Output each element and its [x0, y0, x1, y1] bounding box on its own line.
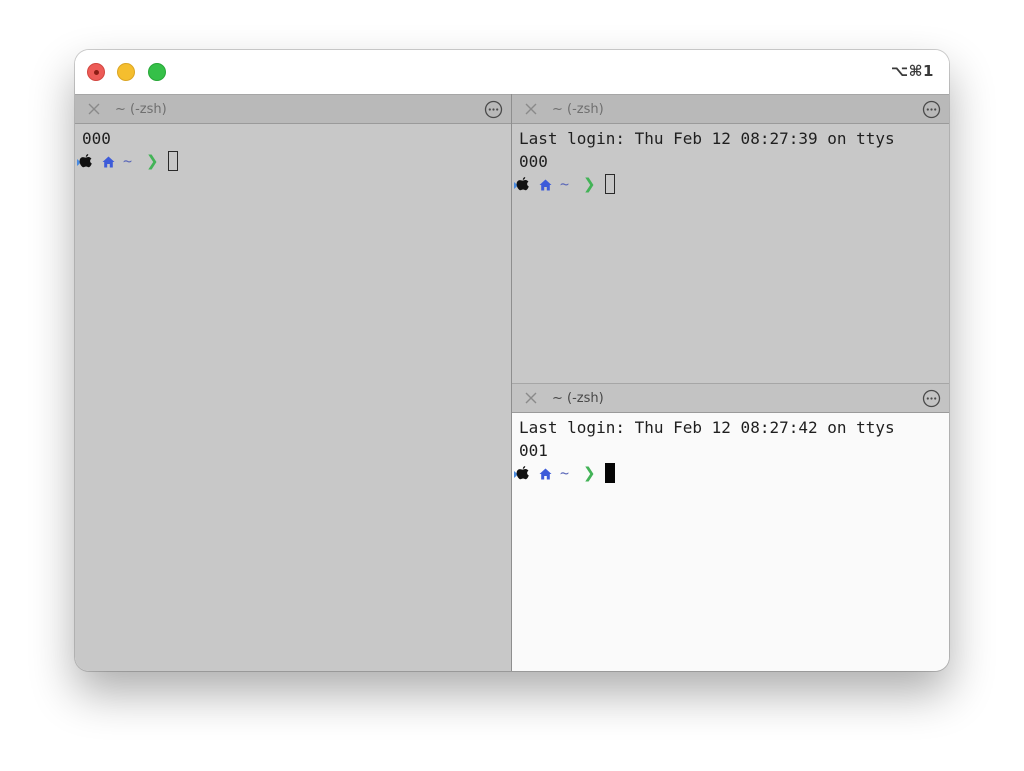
home-icon: [102, 156, 115, 168]
home-icon: [539, 468, 552, 480]
ellipsis-circle-icon[interactable]: [484, 100, 503, 119]
prompt-arrow: ❯: [146, 152, 159, 170]
window-minimize-button[interactable]: [117, 63, 135, 81]
pane-tab[interactable]: ~ (-zsh): [512, 383, 949, 413]
window-close-button[interactable]: [87, 63, 105, 81]
shell-prompt: ~ ❯: [75, 150, 275, 173]
tab-title: ~ (-zsh): [552, 102, 604, 117]
prompt-arrow: ❯: [583, 175, 596, 193]
terminal-pane-top-right[interactable]: ~ (-zsh) Last login: Thu Feb 12 08:27:39…: [512, 94, 949, 383]
apple-icon: [77, 154, 92, 168]
text-cursor: [605, 463, 615, 483]
prompt-path: ~: [123, 152, 133, 170]
output-line: 000: [519, 152, 548, 171]
tab-title: ~ (-zsh): [115, 102, 167, 117]
output-line: Last login: Thu Feb 12 08:27:42 on ttys: [519, 418, 895, 437]
prompt-path: ~: [560, 175, 570, 193]
close-icon[interactable]: [523, 390, 539, 406]
terminal-pane-bottom-right[interactable]: ~ (-zsh) Last login: Thu Feb 12 08:27:42…: [512, 383, 949, 671]
prompt-arrow: ❯: [583, 464, 596, 482]
output-line: 000: [82, 129, 111, 148]
text-cursor: [605, 174, 615, 194]
window-zoom-button[interactable]: [148, 63, 166, 81]
ellipsis-circle-icon[interactable]: [922, 389, 941, 408]
terminal-output[interactable]: Last login: Thu Feb 12 08:27:42 on ttys …: [512, 413, 949, 671]
shell-prompt: ~ ❯: [512, 462, 712, 485]
apple-icon: [514, 177, 529, 191]
title-bar[interactable]: ⌥⌘1: [75, 50, 949, 94]
prompt-path: ~: [560, 464, 570, 482]
terminal-output[interactable]: Last login: Thu Feb 12 08:27:39 on ttys …: [512, 124, 949, 383]
terminal-output[interactable]: 000 ~ ❯: [75, 124, 511, 671]
text-cursor: [168, 151, 178, 171]
tab-title: ~ (-zsh): [552, 391, 604, 406]
output-line: 001: [519, 441, 548, 460]
ellipsis-circle-icon[interactable]: [922, 100, 941, 119]
window-shortcut-label: ⌥⌘1: [890, 62, 934, 80]
pane-tab[interactable]: ~ (-zsh): [75, 94, 511, 124]
pane-tab[interactable]: ~ (-zsh): [512, 94, 949, 124]
shell-prompt: ~ ❯: [512, 173, 712, 196]
output-line: Last login: Thu Feb 12 08:27:39 on ttys: [519, 129, 895, 148]
apple-icon: [514, 466, 529, 480]
home-icon: [539, 179, 552, 191]
terminal-window: ⌥⌘1 ~ (-zsh) 000 ~ ❯ ~ (-zsh) Last login…: [75, 50, 949, 671]
close-icon[interactable]: [523, 101, 539, 117]
close-icon[interactable]: [86, 101, 102, 117]
terminal-pane-left[interactable]: ~ (-zsh) 000 ~ ❯: [75, 94, 511, 671]
